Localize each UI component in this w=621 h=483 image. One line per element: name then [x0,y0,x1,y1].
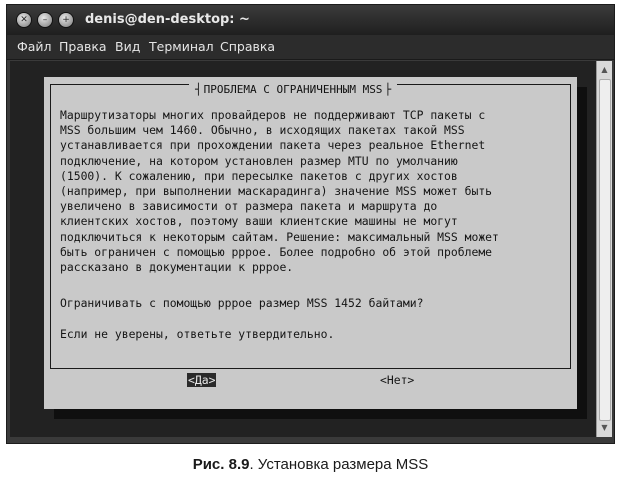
figure-caption: Рис. 8.9. Установка размера MSS [0,456,621,473]
minimize-button[interactable]: – [38,13,52,27]
dialog-advice: Если не уверены, ответьте утвердительно. [60,327,335,341]
menu-view[interactable]: Вид [115,39,140,54]
menu-terminal[interactable]: Терминал [149,39,214,54]
no-button[interactable]: <Нет> [380,373,414,387]
dialog-shadow [54,409,587,419]
scrollbar[interactable]: ▲ ▼ [596,61,612,437]
scroll-up-icon[interactable]: ▲ [597,63,612,77]
maximize-button[interactable]: + [59,13,73,27]
caption-text: . Установка размера MSS [249,456,429,473]
yes-button[interactable]: <Да> [187,373,217,387]
dialog-message: Маршрутизаторы многих провайдеров не под… [60,108,499,275]
dialog-question: Ограничивать с помощью pppoe размер MSS … [60,296,424,310]
close-button[interactable]: ✕ [17,13,31,27]
caption-number: Рис. 8.9 [192,456,250,473]
menu-edit[interactable]: Правка [59,39,107,54]
scroll-down-icon[interactable]: ▼ [597,421,612,435]
menu-bar: Файл Правка Вид Терминал Справка [7,35,614,60]
title-bar: ✕ – + denis@den-desktop: ~ [7,5,614,35]
window-title: denis@den-desktop: ~ [85,12,250,27]
scrollbar-thumb[interactable] [599,79,611,421]
menu-file[interactable]: Файл [17,39,52,54]
dialog-title: ПРОБЛЕМА С ОГРАНИЧЕННЫМ MSS [189,84,398,96]
menu-help[interactable]: Справка [220,39,275,54]
dialog-shadow [577,87,587,419]
